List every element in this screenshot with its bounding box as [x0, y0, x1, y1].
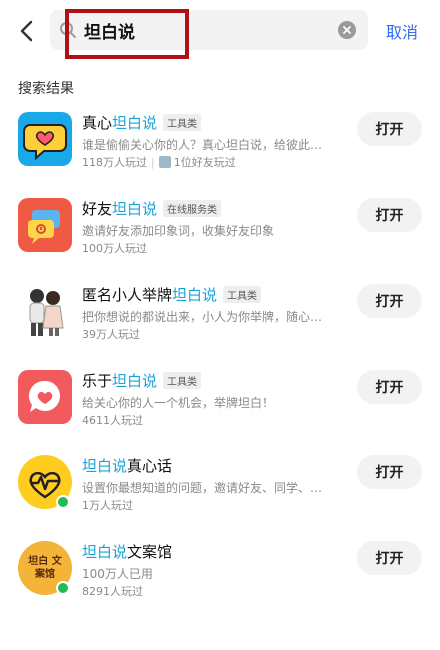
play-count: 39万人玩过 [82, 328, 140, 341]
open-button[interactable]: 打开 [357, 284, 422, 318]
list-item[interactable]: 好友 坦白说 在线服务类 邀请好友添加印象词，收集好友印象 100万人玩过 打开 [0, 198, 440, 278]
play-count: 8291人玩过 [82, 585, 143, 598]
result-description: 邀请好友添加印象词，收集好友印象 [82, 224, 275, 238]
result-description: 谁是偷偷关心你的人？真心坦白说，给彼此… [82, 138, 323, 152]
title-highlight: 坦白说 [82, 542, 128, 561]
title-highlight: 坦白说 [112, 113, 158, 132]
section-title: 搜索结果 [18, 81, 74, 97]
result-meta: 100万人玩过 [82, 240, 147, 256]
chevron-left-icon [20, 20, 33, 42]
clear-button[interactable] [338, 21, 356, 39]
open-button[interactable]: 打开 [357, 455, 422, 489]
list-item[interactable]: 匿名小人举牌 坦白说 工具类 把你想说的都说出来，小人为你举牌，随心… 39万人玩过… [0, 284, 440, 364]
result-title: 坦白说 文案馆 [82, 541, 172, 561]
title-highlight: 坦白说 [172, 285, 218, 304]
result-description: 把你想说的都说出来，小人为你举牌，随心… [82, 310, 323, 324]
result-meta: 39万人玩过 [82, 326, 140, 342]
play-count: 100万人玩过 [82, 242, 147, 255]
back-button[interactable] [10, 14, 42, 48]
result-meta: 4611人玩过 [82, 412, 143, 428]
app-icon [18, 112, 72, 166]
result-meta: 8291人玩过 [82, 583, 143, 599]
title-text: 真心 [82, 113, 113, 132]
result-title: 真心 坦白说 工具类 [82, 112, 202, 132]
title-text: 好友 [82, 199, 113, 218]
play-count: 4611人玩过 [82, 414, 143, 427]
result-meta: 1万人玩过 [82, 497, 133, 513]
result-description: 给关心你的人一个机会，举牌坦白！ [82, 396, 275, 410]
open-button[interactable]: 打开 [357, 198, 422, 232]
result-description: 100万人已用 [82, 567, 153, 581]
app-icon [18, 370, 72, 424]
title-highlight: 坦白说 [112, 371, 158, 390]
title-highlight: 坦白说 [82, 456, 128, 475]
search-input[interactable] [84, 16, 334, 44]
title-text: 真心话 [127, 456, 173, 475]
result-description: 设置你最想知道的问题，邀请好友、同学、… [82, 481, 323, 495]
text-caret [187, 19, 189, 41]
title-text: 匿名小人举牌 [82, 285, 173, 304]
open-button[interactable]: 打开 [357, 112, 422, 146]
search-box[interactable] [50, 10, 368, 50]
chat-bubbles-icon [28, 210, 60, 244]
friends-played: 1位好友玩过 [173, 156, 236, 169]
list-item[interactable]: 坦白说 真心话 设置你最想知道的问题，邀请好友、同学、… 1万人玩过 打开 [0, 455, 440, 535]
friend-avatar-icon [158, 156, 171, 168]
heart-message-icon [28, 380, 60, 412]
mini-program-badge-icon [56, 581, 70, 595]
title-text: 乐于 [82, 371, 113, 390]
list-item[interactable]: 乐于 坦白说 工具类 给关心你的人一个机会，举牌坦白！ 4611人玩过 打开 [0, 370, 440, 450]
play-count: 1万人玩过 [82, 499, 133, 512]
search-icon [60, 22, 76, 38]
mini-program-badge-icon [56, 495, 70, 509]
meta-separator: | [151, 155, 155, 169]
result-title: 坦白说 真心话 [82, 455, 172, 475]
result-title: 匿名小人举牌 坦白说 工具类 [82, 284, 262, 304]
category-tag: 工具类 [163, 113, 202, 131]
category-tag: 工具类 [163, 371, 202, 389]
result-title: 好友 坦白说 在线服务类 [82, 198, 222, 218]
close-icon [343, 26, 351, 34]
category-tag: 工具类 [223, 285, 262, 303]
title-text: 文案馆 [127, 542, 173, 561]
cancel-button[interactable]: 取消 [386, 19, 418, 43]
app-icon [18, 284, 72, 338]
list-item[interactable]: 坦白 文案馆 坦白说 文案馆 100万人已用 8291人玩过 打开 [0, 541, 440, 621]
open-button[interactable]: 打开 [357, 541, 422, 575]
result-title: 乐于 坦白说 工具类 [82, 370, 202, 390]
list-item[interactable]: 真心 坦白说 工具类 谁是偷偷关心你的人？真心坦白说，给彼此… 118万人玩过 | … [0, 112, 440, 192]
couple-illustration-icon [29, 289, 64, 336]
top-bar: 取消 [0, 0, 440, 64]
open-button[interactable]: 打开 [357, 370, 422, 404]
result-meta: 118万人玩过 | 1位好友玩过 [82, 154, 236, 170]
title-highlight: 坦白说 [112, 199, 158, 218]
icon-logo-text: 坦白 文案馆 [28, 556, 62, 580]
category-tag: 在线服务类 [163, 199, 222, 217]
app-icon [18, 198, 72, 252]
heart-bubble-icon [23, 124, 67, 161]
play-count: 118万人玩过 [82, 156, 147, 169]
